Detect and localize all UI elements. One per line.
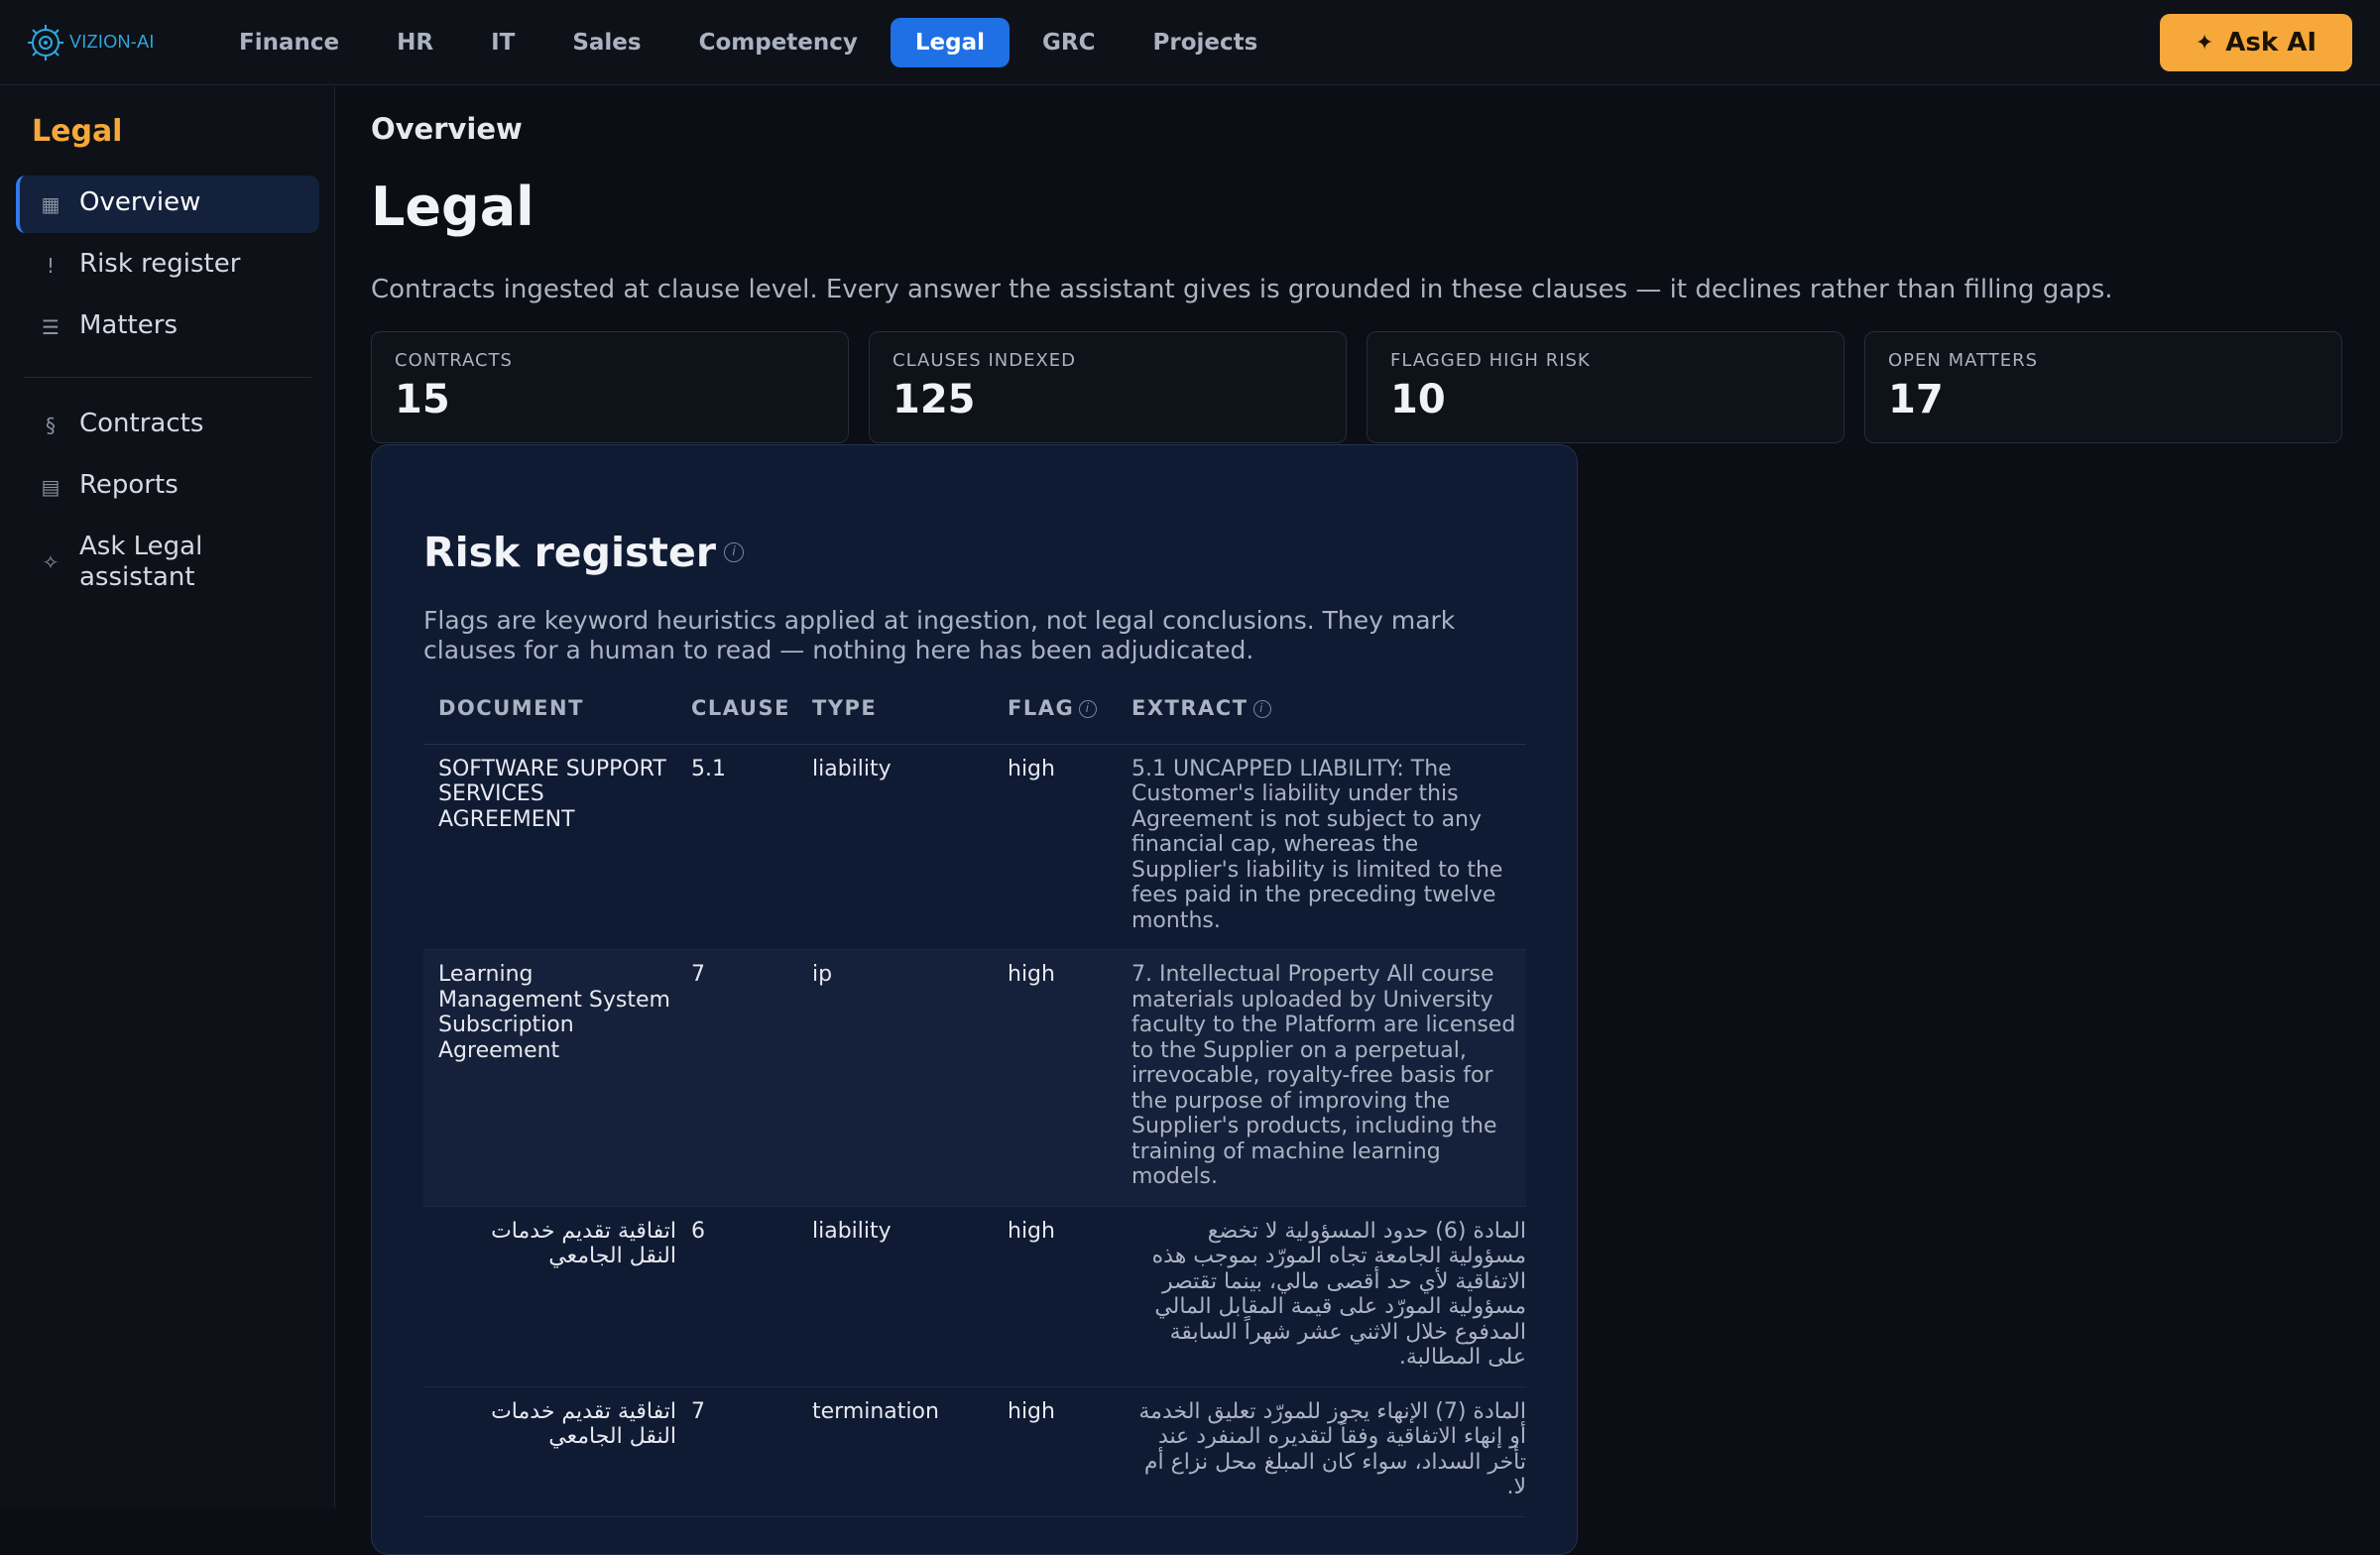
sidebar-item-contracts[interactable]: § Contracts: [16, 397, 319, 454]
cell-clause: 6: [676, 1206, 797, 1387]
tab-finance[interactable]: Finance: [214, 18, 364, 67]
logo-text: VIZION-AI: [69, 32, 155, 52]
tab-it[interactable]: IT: [466, 18, 539, 67]
grid-icon: ▦: [41, 192, 60, 216]
stat-value: 10: [1390, 377, 1446, 422]
stat-value: 17: [1888, 377, 1944, 422]
tab-grc[interactable]: GRC: [1017, 18, 1120, 67]
stat-cards: CONTRACTS 15 CLAUSES INDEXED 125 FLAGGED…: [371, 331, 2342, 443]
module-tabs: Finance HR IT Sales Competency Legal GRC…: [214, 17, 1290, 67]
sidebar-item-matters[interactable]: ☰ Matters: [16, 299, 319, 356]
stat-label: CONTRACTS: [395, 350, 513, 371]
cell-extract: 5.1 UNCAPPED LIABILITY: The Customer's l…: [1117, 744, 1526, 950]
sparkle-icon: ✧: [42, 550, 60, 574]
tab-projects[interactable]: Projects: [1129, 18, 1283, 67]
sidebar-item-overview[interactable]: ▦ Overview: [16, 176, 319, 233]
cell-flag: high: [993, 1206, 1117, 1387]
cell-document: Learning Management System Subscription …: [423, 949, 676, 1207]
page-title: Legal: [371, 176, 535, 238]
cell-extract: المادة (6) حدود المسؤولية لا تخضع مسؤولي…: [1117, 1206, 1526, 1387]
cell-clause: 5.1: [676, 744, 797, 950]
risk-register-title: Risk register i: [423, 529, 745, 576]
sidebar-title: Legal: [32, 114, 123, 149]
table-row[interactable]: SOFTWARE SUPPORT SERVICES AGREEMENT 5.1 …: [423, 744, 1526, 950]
sidebar-item-label: Reports: [79, 470, 178, 500]
risk-register-title-text: Risk register: [423, 529, 717, 576]
report-icon: ▤: [41, 475, 60, 499]
app-logo[interactable]: VIZION-AI: [26, 23, 175, 62]
stat-card-flagged-high-risk: FLAGGED HIGH RISK 10: [1367, 331, 1844, 443]
info-icon[interactable]: i: [724, 542, 745, 562]
stat-value: 15: [395, 377, 450, 422]
section-icon: §: [46, 414, 56, 437]
column-header-document: DOCUMENT: [423, 696, 676, 745]
cell-type: termination: [797, 1386, 993, 1517]
stat-card-open-matters: OPEN MATTERS 17: [1864, 331, 2342, 443]
column-header-flag: FLAG i: [993, 696, 1117, 745]
breadcrumb: Overview: [371, 112, 523, 146]
list-icon: ☰: [42, 315, 60, 339]
risk-register-panel: Risk register i Flags are keyword heuris…: [371, 444, 1578, 1555]
cell-document: اتفاقية تقديم خدمات النقل الجامعي: [423, 1206, 676, 1387]
sidebar-item-reports[interactable]: ▤ Reports: [16, 458, 319, 516]
table-row[interactable]: Learning Management System Subscription …: [423, 949, 1526, 1207]
alert-icon: !: [46, 254, 56, 278]
cell-extract: المادة (7) الإنهاء يجوز للمورّد تعليق ال…: [1117, 1386, 1526, 1517]
sparkle-icon: ✦: [2195, 30, 2214, 56]
cell-flag: high: [993, 1386, 1117, 1517]
cell-document: اتفاقية تقديم خدمات النقل الجامعي: [423, 1386, 676, 1517]
table-row[interactable]: اتفاقية تقديم خدمات النقل الجامعي 6 liab…: [423, 1206, 1526, 1387]
sidebar: Legal ▦ Overview ! Risk register ☰ Matte…: [0, 86, 335, 1507]
risk-register-description: Flags are keyword heuristics applied at …: [423, 606, 1456, 664]
sidebar-item-label: Risk register: [79, 249, 241, 279]
page-subtitle: Contracts ingested at clause level. Ever…: [371, 275, 2113, 304]
sidebar-item-label: Ask Legal assistant: [79, 532, 203, 592]
stat-value: 125: [892, 377, 976, 422]
column-header-type: TYPE: [797, 696, 993, 745]
sidebar-item-ask-legal-assistant[interactable]: ✧ Ask Legal assistant: [16, 520, 264, 605]
sidebar-divider: [24, 377, 311, 378]
cell-extract: 7. Intellectual Property All course mate…: [1117, 949, 1526, 1207]
risk-register-table: DOCUMENT CLAUSE TYPE FLAG i EXTRACT i SOFT…: [423, 696, 1526, 1517]
sidebar-item-label: Matters: [79, 310, 178, 340]
tab-sales[interactable]: Sales: [547, 18, 665, 67]
stat-label: CLAUSES INDEXED: [892, 350, 1077, 371]
table-header-row: DOCUMENT CLAUSE TYPE FLAG i EXTRACT i: [423, 696, 1526, 745]
stat-label: OPEN MATTERS: [1888, 350, 2039, 371]
tab-competency[interactable]: Competency: [674, 18, 883, 67]
sidebar-item-label: Overview: [79, 187, 201, 217]
sidebar-item-label: Contracts: [79, 409, 204, 438]
stat-card-contracts: CONTRACTS 15: [371, 331, 849, 443]
cell-clause: 7: [676, 949, 797, 1207]
tab-legal[interactable]: Legal: [890, 17, 1011, 67]
stat-label: FLAGGED HIGH RISK: [1390, 350, 1591, 371]
cell-flag: high: [993, 744, 1117, 950]
top-navigation-bar: VIZION-AI Finance HR IT Sales Competency…: [0, 0, 2380, 85]
info-icon[interactable]: i: [1079, 700, 1098, 718]
cell-type: liability: [797, 744, 993, 950]
table-row[interactable]: اتفاقية تقديم خدمات النقل الجامعي 7 term…: [423, 1386, 1526, 1517]
cell-type: ip: [797, 949, 993, 1207]
cell-document: SOFTWARE SUPPORT SERVICES AGREEMENT: [423, 744, 676, 950]
cell-flag: high: [993, 949, 1117, 1207]
tab-hr[interactable]: HR: [372, 18, 458, 67]
stat-card-clauses-indexed: CLAUSES INDEXED 125: [869, 331, 1347, 443]
logo-icon: [28, 24, 63, 60]
column-header-clause: CLAUSE: [676, 696, 797, 745]
sidebar-item-risk-register[interactable]: ! Risk register: [16, 237, 319, 295]
cell-type: liability: [797, 1206, 993, 1387]
column-header-extract: EXTRACT i: [1117, 696, 1526, 745]
ask-ai-label: Ask AI: [2225, 28, 2317, 58]
cell-clause: 7: [676, 1386, 797, 1517]
ask-ai-button[interactable]: ✦ Ask AI: [2159, 14, 2352, 71]
info-icon[interactable]: i: [1252, 700, 1271, 718]
